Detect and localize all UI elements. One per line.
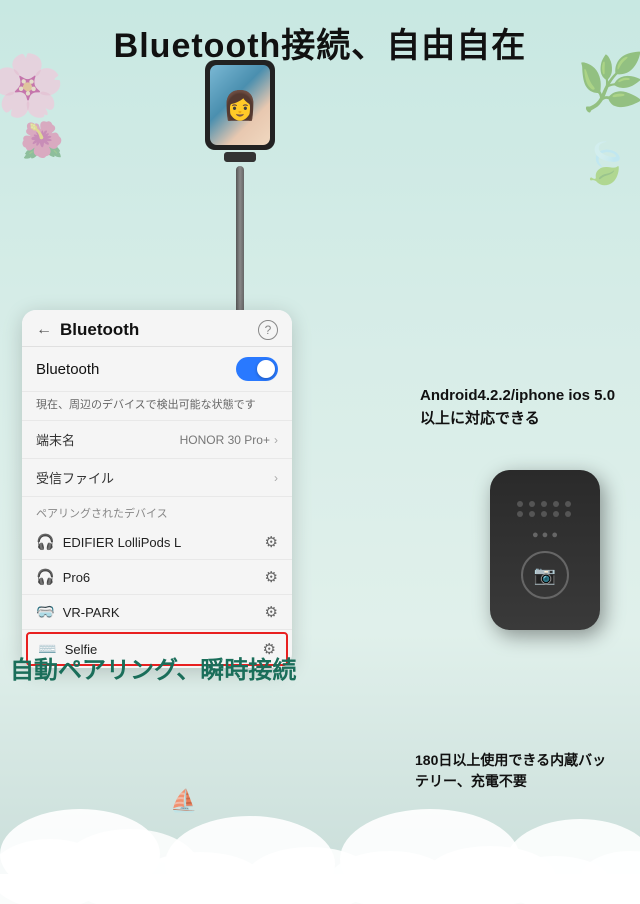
- paired-section-title: ペアリングされたデバイス: [22, 497, 292, 525]
- device-name-edifier: EDIFIER LolliPods L: [63, 535, 182, 550]
- chevron-icon: ›: [274, 433, 278, 447]
- remote-dots: [517, 501, 573, 517]
- dot-10: [565, 511, 571, 517]
- receive-file-label: 受信ファイル: [36, 468, 114, 487]
- flower-decoration-mr: 🍃: [580, 140, 630, 187]
- flower-decoration-ml: 🌺: [20, 120, 64, 161]
- dot-1: [517, 501, 523, 507]
- dot-9: [553, 511, 559, 517]
- device-left-pro6: 🎧 Pro6: [36, 568, 90, 586]
- phone-clamp: [224, 152, 256, 162]
- camera-icon: 📷: [534, 565, 556, 586]
- vr-icon-vrpark: 🥽: [36, 603, 55, 621]
- bt-toggle-row: Bluetooth: [22, 347, 292, 392]
- bt-header-left: ← Bluetooth: [36, 320, 139, 340]
- toggle-knob: [257, 360, 275, 378]
- dot-5: [565, 501, 571, 507]
- info-text-android: Android4.2.2/iphone ios 5.0 以上に対応できる: [420, 385, 620, 430]
- dot-3: [541, 501, 547, 507]
- gear-icon-pro6[interactable]: ⚙: [265, 568, 278, 586]
- page: 🌸 🌿 🌺 🍃 Bluetooth接続、自由自在 👩: [0, 0, 640, 904]
- bt-toggle-switch[interactable]: [236, 357, 278, 381]
- device-name-row[interactable]: 端末名 HONOR 30 Pro+ ›: [22, 421, 292, 459]
- dot-6: [517, 511, 523, 517]
- device-row-vrpark[interactable]: 🥽 VR-PARK ⚙: [22, 595, 292, 630]
- device-left-edifier: 🎧 EDIFIER LolliPods L: [36, 533, 181, 551]
- phone-holder: 👩: [205, 60, 275, 150]
- headphones-icon-edifier: 🎧: [36, 533, 55, 551]
- bluetooth-panel: ← Bluetooth ? Bluetooth 現在、周辺のデバイスで検出可能な…: [22, 310, 292, 668]
- device-name-vrpark: VR-PARK: [63, 605, 120, 620]
- gear-icon-vrpark[interactable]: ⚙: [265, 603, 278, 621]
- info-line2: 以上に対応できる: [420, 408, 620, 431]
- device-row-edifier[interactable]: 🎧 EDIFIER LolliPods L ⚙: [22, 525, 292, 560]
- headphones-icon-pro6: 🎧: [36, 568, 55, 586]
- remote-shutter-button[interactable]: 📷: [521, 551, 569, 599]
- title-text: Bluetooth接続、自由自在: [114, 27, 527, 65]
- device-left-vrpark: 🥽 VR-PARK: [36, 603, 120, 621]
- dot-4: [553, 501, 559, 507]
- dot-2: [529, 501, 535, 507]
- battery-info-line1: 180日以上使用できる内蔵バッ: [415, 750, 625, 771]
- phone-screen: 👩: [210, 65, 270, 145]
- back-button[interactable]: ←: [36, 321, 52, 339]
- auto-pair-text: 自動ペアリング、瞬時接続: [10, 650, 296, 685]
- device-name-value: HONOR 30 Pro+ ›: [180, 433, 278, 447]
- page-title: Bluetooth接続、自由自在: [0, 18, 640, 67]
- device-row-pro6[interactable]: 🎧 Pro6 ⚙: [22, 560, 292, 595]
- bt-status-text: 現在、周辺のデバイスで検出可能な状態です: [22, 392, 292, 421]
- remote-label-dots: ● ● ●: [532, 529, 558, 541]
- remote-control-device: ● ● ● 📷: [490, 470, 600, 630]
- help-button[interactable]: ?: [258, 320, 278, 340]
- device-name-label: 端末名: [36, 430, 75, 449]
- dot-7: [529, 511, 535, 517]
- info-line1: Android4.2.2/iphone ios 5.0: [420, 385, 620, 408]
- gear-icon-edifier[interactable]: ⚙: [265, 533, 278, 551]
- dot-8: [541, 511, 547, 517]
- sailboat-decoration: ⛵: [170, 788, 197, 814]
- receive-file-chevron: ›: [274, 471, 278, 485]
- battery-info-line2: テリー、充電不要: [415, 771, 625, 792]
- device-name-pro6: Pro6: [63, 570, 90, 585]
- receive-file-row[interactable]: 受信ファイル ›: [22, 459, 292, 497]
- info-text-battery: 180日以上使用できる内蔵バッ テリー、充電不要: [415, 750, 625, 792]
- bt-panel-header: ← Bluetooth ?: [22, 310, 292, 347]
- bt-header-title: Bluetooth: [60, 320, 139, 340]
- device-name-text: HONOR 30 Pro+: [180, 433, 270, 447]
- bt-toggle-label: Bluetooth: [36, 361, 99, 378]
